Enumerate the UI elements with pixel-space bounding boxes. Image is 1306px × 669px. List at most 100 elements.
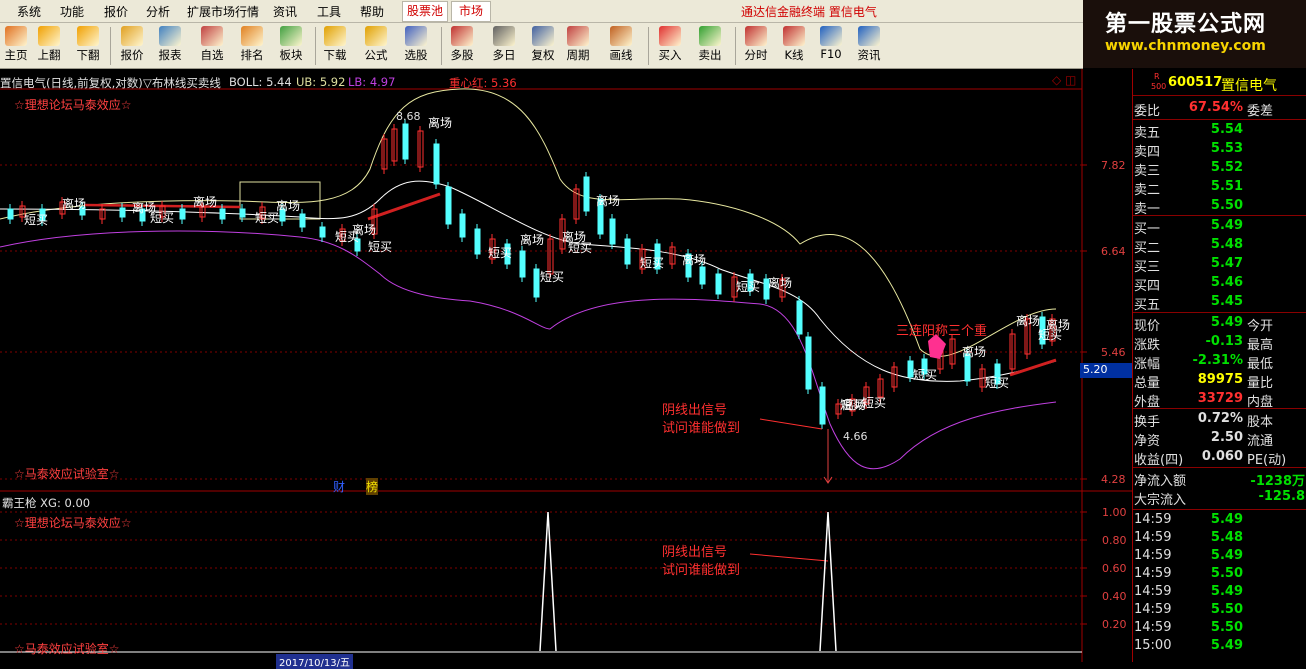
kline-chart[interactable]: 短买 短买 短买 短买 短买 短买 短买 短买 短买 短买 短买 短买 短买 短买 短买 离场 离场 离场 离场 离场… <box>0 69 1133 669</box>
candle-body <box>459 213 466 238</box>
exit-signal-label: 离场 <box>1016 313 1040 328</box>
bid-label: 买四 <box>1134 279 1161 294</box>
low-price-label: 4.66 <box>843 430 868 443</box>
indicator-tick: 0.40 <box>1102 590 1127 603</box>
tick-time: 14:59 <box>1134 602 1172 617</box>
stat-value: 2.50 <box>1210 430 1243 445</box>
indicator-tick: 0.20 <box>1102 618 1127 631</box>
toolbar-label: 买入 <box>658 48 682 62</box>
toolbar-report-button[interactable]: 报表 <box>151 25 189 67</box>
ask-label: 卖四 <box>1134 145 1161 160</box>
exit-signal-label: 离场 <box>132 200 156 215</box>
stat2-row: 收益(四) 0.060 PE(动) <box>1133 449 1306 468</box>
candle-body <box>583 176 590 212</box>
toolbar-formula-button[interactable]: 公式 <box>357 25 395 67</box>
tick-time: 14:59 <box>1134 566 1172 581</box>
exit-signal-label: 离场 <box>962 344 986 359</box>
toolbar-adjust-button[interactable]: 复权 <box>524 25 562 67</box>
toolbar-clock-button[interactable]: 多日 <box>485 25 523 67</box>
candle-body <box>179 208 186 220</box>
boll-value: BOLL: 5.44 <box>229 75 292 89</box>
toolbar-rank-button[interactable]: 排名 <box>233 25 271 67</box>
menu-analysis[interactable]: 分析 <box>146 3 170 20</box>
toolbar-label: 排名 <box>240 48 264 62</box>
tick-time: 14:59 <box>1134 584 1172 599</box>
tab-market[interactable]: 市场 <box>451 1 491 22</box>
candle-body <box>433 143 440 185</box>
indicator-name[interactable]: ▽布林线买卖线 <box>143 75 221 91</box>
bid-row: 买二 5.48 <box>1133 237 1306 256</box>
menu-news[interactable]: 资讯 <box>273 3 297 20</box>
stat-row: 现价 5.49 今开 <box>1133 315 1306 334</box>
menu-system[interactable]: 系统 <box>17 3 41 20</box>
toolbar-download-button[interactable]: 下载 <box>316 25 354 67</box>
toolbar-buy-button[interactable]: 买入 <box>651 25 689 67</box>
f8-icon <box>567 26 589 46</box>
indicator-tick: 0.60 <box>1102 562 1127 575</box>
toolbar-label: 卖出 <box>698 48 722 62</box>
bid-price: 5.48 <box>1210 237 1243 252</box>
window-title: 通达信金融终端 置信电气 <box>741 5 877 19</box>
formula-icon <box>365 26 387 46</box>
toolbar-arrow-up-button[interactable]: 上翻 <box>30 25 68 67</box>
arrow-up-icon <box>38 26 60 46</box>
chart-canvas[interactable]: 短买 短买 短买短买短买 短买短买短买短买短买短买短买短买短买短买离场 离场 离场 离场离场… <box>0 69 1132 662</box>
toolbar-yen-button[interactable]: 报价 <box>113 25 151 67</box>
candle-body <box>239 208 246 218</box>
buy-signal-label: 短买 <box>540 270 564 284</box>
stat-label-right: 量比 <box>1247 376 1274 391</box>
report-icon <box>159 26 181 46</box>
toolbar-label: 分时 <box>744 48 768 62</box>
toolbar-draw-line-button[interactable]: 画线 <box>602 25 640 67</box>
menu-help[interactable]: 帮助 <box>360 3 384 20</box>
toolbar-arrow-down-button[interactable]: 下翻 <box>69 25 107 67</box>
ask-price: 5.53 <box>1210 141 1243 156</box>
toolbar-separator <box>648 27 649 65</box>
ask-price: 5.54 <box>1210 122 1243 137</box>
finance-marker[interactable]: 财 <box>333 478 345 495</box>
menu-extended-market[interactable]: 扩展市场行情 <box>187 3 259 20</box>
rank-marker[interactable]: 榜 <box>366 478 379 495</box>
toolbar-sell-button[interactable]: 卖出 <box>691 25 729 67</box>
candle-body <box>219 208 226 220</box>
stat-label: 换手 <box>1134 415 1161 430</box>
three-yang-note: 三连阳称三个重 <box>896 324 988 339</box>
menu-tools[interactable]: 工具 <box>317 3 341 20</box>
forum-label-sub: ☆理想论坛马泰效应☆ <box>14 516 132 530</box>
stat-row: 涨幅 -2.31% 最低 <box>1133 353 1306 372</box>
toolbar-select-stock-button[interactable]: 选股 <box>397 25 435 67</box>
stat-value: -0.13 <box>1205 334 1243 349</box>
quote-header: R 500 600517 置信电气 <box>1133 72 1306 94</box>
candle-body <box>519 250 526 278</box>
toolbar-multi-stock-button[interactable]: 多股 <box>443 25 481 67</box>
toolbar-separator <box>735 27 736 65</box>
toolbar-intraday-button[interactable]: 分时 <box>737 25 775 67</box>
toolbar-f8-button[interactable]: 周期 <box>559 25 597 67</box>
toolbar-news-button[interactable]: 资讯 <box>850 25 888 67</box>
kline-icon <box>783 26 805 46</box>
toolbar-f6-button[interactable]: 自选 <box>193 25 231 67</box>
buy-signal-label: 短买 <box>488 246 512 260</box>
select-stock-icon <box>405 26 427 46</box>
chart-options-icon[interactable]: ◇ ◫ <box>1052 73 1076 87</box>
menu-function[interactable]: 功能 <box>60 3 84 20</box>
toolbar-label: 板块 <box>279 48 303 62</box>
rank-icon <box>241 26 263 46</box>
menu-quote[interactable]: 报价 <box>104 3 128 20</box>
toolbar-block-button[interactable]: 板块 <box>272 25 310 67</box>
tick-row: 15:00 5.49 <box>1133 638 1306 656</box>
toolbar-f10-button[interactable]: F10 <box>812 25 850 67</box>
flow-value: -1238万 <box>1250 474 1305 489</box>
tab-stock-pool[interactable]: 股票池 <box>402 1 448 22</box>
candle-body <box>319 226 326 238</box>
bid-row: 买一 5.49 <box>1133 218 1306 237</box>
tick-time: 14:59 <box>1134 620 1172 635</box>
news-icon <box>858 26 880 46</box>
toolbar-separator <box>110 27 111 65</box>
home-icon <box>5 26 27 46</box>
tick-time: 15:00 <box>1134 638 1172 653</box>
tick-price: 5.50 <box>1210 602 1243 617</box>
toolbar-kline-button[interactable]: K线 <box>775 25 813 67</box>
tick-price: 5.49 <box>1210 512 1243 527</box>
price-tick: 6.64 <box>1101 245 1126 258</box>
